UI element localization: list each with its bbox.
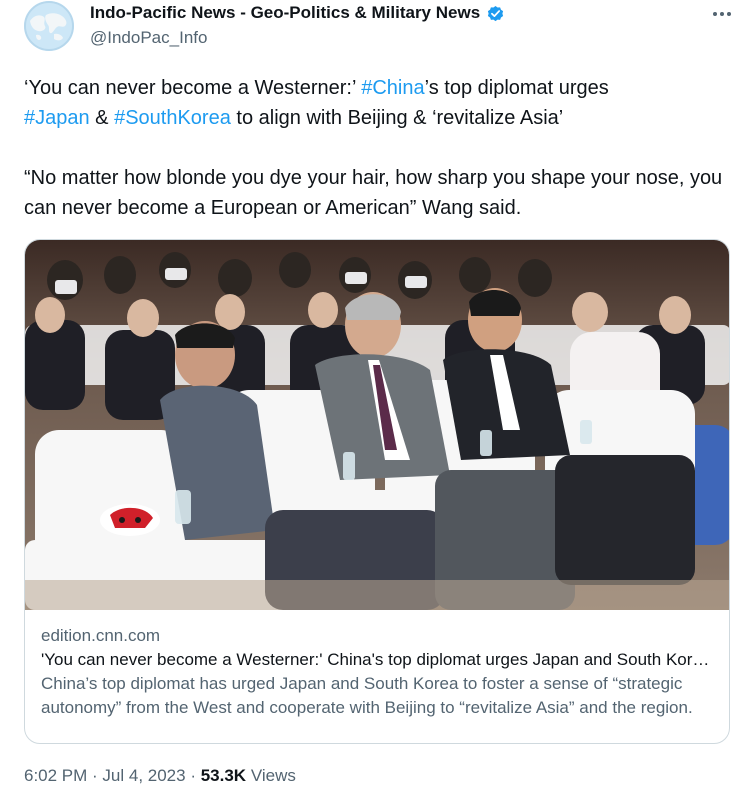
link-preview-card[interactable]: edition.cnn.com 'You can never become a … xyxy=(24,239,730,744)
tweet-text-segment: ’s top diplomat urges xyxy=(424,77,609,99)
hashtag-southkorea[interactable]: #SouthKorea xyxy=(114,107,231,129)
hashtag-china[interactable]: #China xyxy=(361,77,424,99)
author-avatar[interactable] xyxy=(24,1,74,51)
card-domain: edition.cnn.com xyxy=(41,626,161,645)
author-name-row: Indo-Pacific News - Geo-Politics & Milit… xyxy=(90,3,505,23)
tweet-text-segment: ‘You can never become a Westerner:’ xyxy=(24,77,362,99)
tweet-date[interactable]: Jul 4, 2023 xyxy=(102,766,185,785)
hashtag-japan[interactable]: #Japan xyxy=(24,107,90,129)
views-label: Views xyxy=(246,766,296,785)
author-handle[interactable]: @IndoPac_Info xyxy=(90,28,207,48)
tweet-headline: ‘You can never become a Westerner:’ #Chi… xyxy=(24,73,724,133)
meta-separator: · xyxy=(185,766,201,785)
meta-separator: · xyxy=(87,766,103,785)
verified-badge-icon[interactable] xyxy=(486,4,505,23)
tweet-header: Indo-Pacific News - Geo-Politics & Milit… xyxy=(24,0,736,56)
card-title: 'You can never become a Westerner:' Chin… xyxy=(41,650,713,669)
tweet-text-segment: to align with Beijing & ‘revitalize Asia… xyxy=(230,107,564,129)
card-description: China’s top diplomat has urged Japan and… xyxy=(41,674,693,717)
tweet-text-segment: & xyxy=(89,107,115,129)
tweet-time[interactable]: 6:02 PM xyxy=(24,766,87,785)
tweet-text: ‘You can never become a Westerner:’ #Chi… xyxy=(24,73,724,223)
tweet-metadata: 6:02 PM · Jul 4, 2023 · 53.3K Views xyxy=(24,766,296,786)
world-map-icon xyxy=(24,1,74,51)
views-count: 53.3K xyxy=(200,766,247,785)
more-options-icon[interactable] xyxy=(708,4,736,24)
author-display-name[interactable]: Indo-Pacific News - Geo-Politics & Milit… xyxy=(90,3,480,23)
card-body: edition.cnn.com 'You can never become a … xyxy=(41,624,713,720)
card-photo[interactable] xyxy=(25,240,729,610)
tweet-quote: “No matter how blonde you dye your hair,… xyxy=(24,167,723,219)
